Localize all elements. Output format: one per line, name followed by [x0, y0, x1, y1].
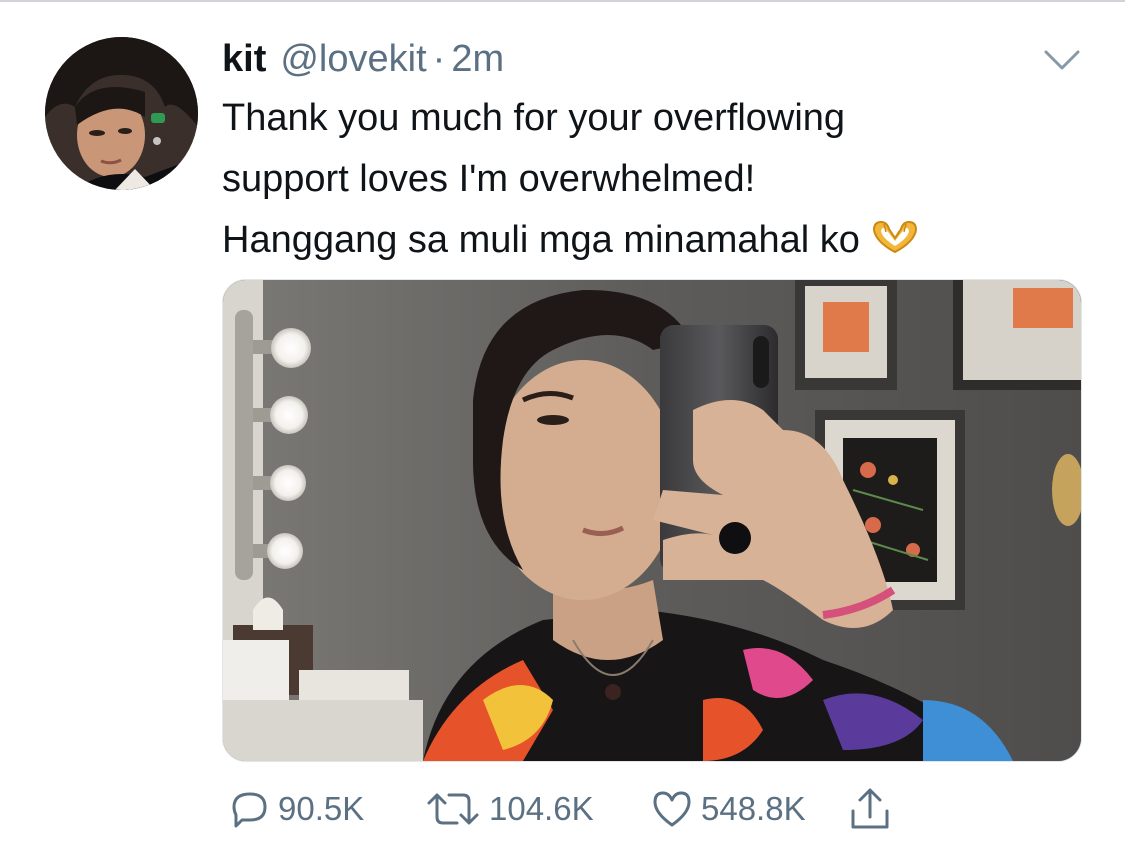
mirror-selfie-photo [223, 280, 1081, 761]
heart-hands-emoji-icon [872, 220, 917, 254]
chevron-down-icon[interactable] [1040, 44, 1084, 74]
tweet-text-line-last: Hanggang sa muli mga minamahal ko [222, 210, 1082, 271]
tweet-text-line-content: Hanggang sa muli mga minamahal ko [222, 219, 860, 261]
tweet-header: kit @lovekit · 2m [222, 38, 504, 82]
top-divider [0, 0, 1125, 2]
tweet-actions: 90.5K 104.6K 548.8K [230, 785, 899, 833]
like-count: 548.8K [701, 790, 806, 827]
reply-count: 90.5K [278, 790, 365, 827]
avatar[interactable] [45, 37, 198, 190]
tweet-media[interactable] [222, 279, 1082, 762]
tweet-text-line: Thank you much for your overflowing [222, 97, 846, 139]
avatar-image [45, 37, 198, 190]
display-name[interactable]: kit [222, 38, 266, 81]
reply-icon [232, 792, 267, 828]
user-handle[interactable]: @lovekit [280, 38, 426, 81]
reply-button[interactable]: 90.5K [230, 789, 425, 829]
retweet-icon [427, 793, 479, 825]
separator-dot: · [432, 38, 446, 80]
share-button[interactable] [849, 787, 899, 831]
tweet-text: Thank you much for your overflowing supp… [222, 88, 1082, 271]
heart-icon [653, 791, 691, 827]
tweet-text-line: support loves I'm overwhelmed! [222, 158, 756, 200]
timestamp[interactable]: 2m [451, 38, 504, 81]
share-icon [851, 788, 889, 829]
retweet-button[interactable]: 104.6K [425, 789, 651, 829]
retweet-count: 104.6K [489, 790, 594, 827]
like-button[interactable]: 548.8K [651, 789, 849, 829]
